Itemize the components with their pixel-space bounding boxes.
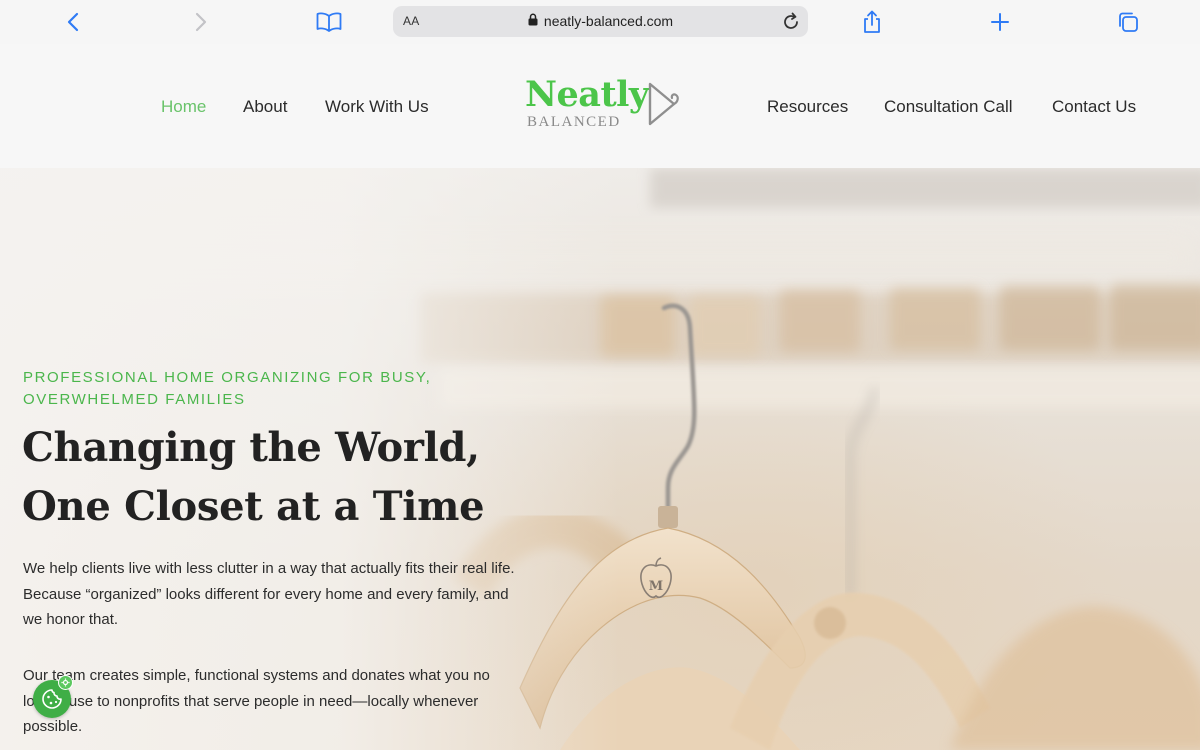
share-icon[interactable] [857, 7, 887, 37]
nav-work-with-us[interactable]: Work With Us [325, 97, 429, 117]
browser-toolbar: AA neatly-balanced.com [0, 0, 1200, 44]
cookie-gear-icon [58, 675, 73, 690]
site-header: Home About Work With Us Neatly BALANCED … [0, 44, 1200, 168]
forward-icon[interactable] [186, 7, 216, 37]
headline-line-2: One Closet at a Time [22, 483, 485, 530]
svg-text:M: M [649, 579, 663, 594]
tabs-overview-icon[interactable] [1113, 7, 1143, 37]
nav-resources[interactable]: Resources [767, 97, 848, 117]
logo-subtitle: BALANCED [527, 114, 621, 130]
hanger-logo-icon [648, 82, 679, 126]
site-logo[interactable]: Neatly BALANCED [522, 72, 687, 134]
reading-list-icon[interactable] [314, 7, 344, 37]
nav-contact-us[interactable]: Contact Us [1052, 97, 1136, 117]
hero-eyebrow: PROFESSIONAL HOME ORGANIZING FOR BUSY, O… [23, 369, 432, 408]
nav-consultation-call[interactable]: Consultation Call [884, 97, 1013, 117]
hero-paragraph-1: We help clients live with less clutter i… [23, 560, 515, 628]
address-bar[interactable]: AA neatly-balanced.com [393, 6, 808, 37]
headline-line-1: Changing the World, [22, 424, 480, 471]
cookie-icon [42, 689, 62, 709]
nav-home[interactable]: Home [161, 97, 206, 117]
url-text: neatly-balanced.com [543, 13, 674, 29]
hero-paragraph-2: Our team creates simple, functional syst… [23, 667, 490, 735]
logo-wordmark: Neatly [525, 74, 649, 115]
lock-icon [528, 13, 538, 29]
new-tab-icon[interactable] [985, 7, 1015, 37]
hero-section: M PROFESSIONAL HOME ORGANIZING FOR BUSY,… [0, 168, 1200, 750]
reload-icon[interactable] [780, 11, 802, 33]
nav-about[interactable]: About [243, 97, 287, 117]
back-icon[interactable] [58, 7, 88, 37]
hero-headline: Changing the World, One Closet at a Time [22, 418, 582, 536]
